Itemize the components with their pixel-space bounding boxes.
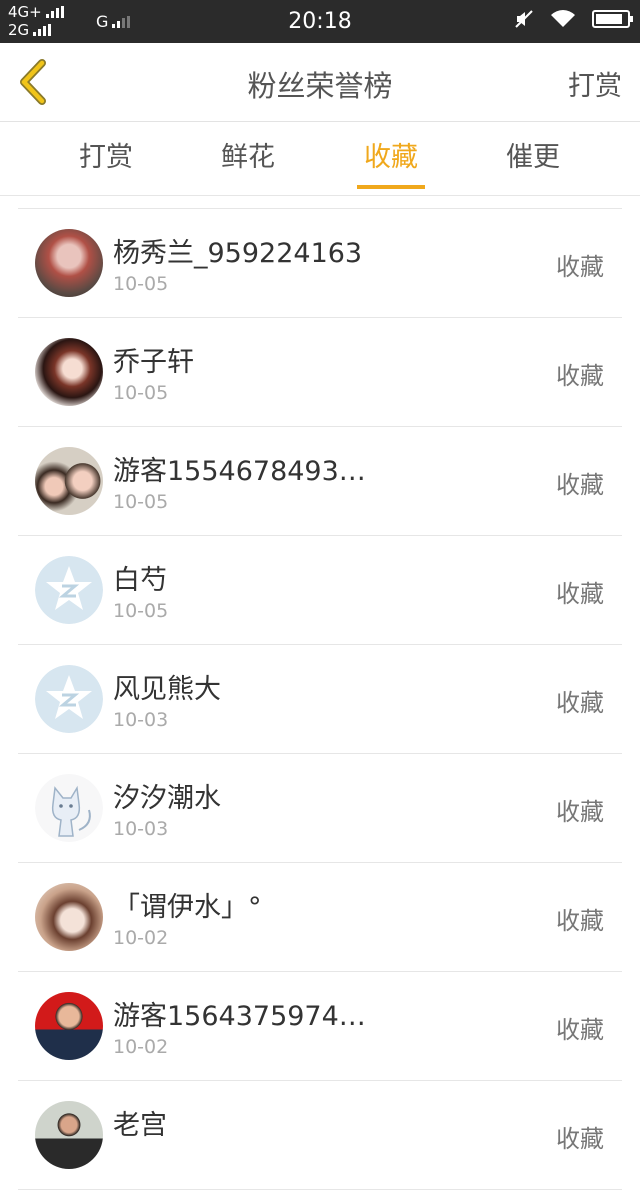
item-action: 收藏 bbox=[556, 1016, 604, 1044]
default-star-avatar[interactable] bbox=[35, 556, 103, 624]
item-action: 收藏 bbox=[556, 253, 604, 281]
item-date: 10-05 bbox=[113, 600, 169, 622]
avatar[interactable] bbox=[35, 992, 103, 1060]
user-name: 白芍 bbox=[113, 565, 167, 596]
list-item[interactable]: 老宫 收藏 bbox=[18, 1081, 622, 1190]
item-action: 收藏 bbox=[556, 689, 604, 717]
tab-label: 打赏 bbox=[79, 142, 133, 173]
status-icons bbox=[514, 9, 633, 29]
list-item[interactable]: 游客1564375974… 10-02 收藏 bbox=[18, 972, 622, 1081]
list-item[interactable]: 汐汐潮水 10-03 收藏 bbox=[18, 754, 622, 863]
tab-label: 催更 bbox=[506, 142, 560, 173]
tab-flowers[interactable]: 鲜花 bbox=[178, 122, 318, 195]
tab-bar: 打赏 鲜花 收藏 催更 bbox=[0, 122, 640, 196]
avatar[interactable] bbox=[35, 338, 103, 406]
active-tab-indicator bbox=[357, 185, 425, 189]
user-name: 杨秀兰_959224163 bbox=[113, 238, 363, 269]
user-name: 乔子轩 bbox=[113, 347, 194, 378]
item-date: 10-03 bbox=[113, 709, 169, 731]
item-action: 收藏 bbox=[556, 907, 604, 935]
battery-charging-icon bbox=[592, 10, 633, 28]
user-name: 老宫 bbox=[113, 1110, 167, 1141]
user-name: 风见熊大 bbox=[113, 674, 221, 705]
item-date: 10-05 bbox=[113, 382, 169, 404]
tab-label: 收藏 bbox=[364, 142, 418, 173]
list-item[interactable]: 「谓伊水」° 10-02 收藏 bbox=[18, 863, 622, 972]
user-name: 「谓伊水」° bbox=[113, 892, 262, 923]
item-action: 收藏 bbox=[556, 471, 604, 499]
avatar[interactable] bbox=[35, 229, 103, 297]
default-star-avatar[interactable] bbox=[35, 665, 103, 733]
item-date: 10-05 bbox=[113, 491, 169, 513]
avatar[interactable] bbox=[35, 1101, 103, 1169]
reward-button[interactable]: 打赏 bbox=[568, 64, 622, 103]
user-name: 汐汐潮水 bbox=[113, 783, 221, 814]
fan-list: 杨秀兰_959224163 10-05 收藏 乔子轩 10-05 收藏 游客15… bbox=[18, 208, 622, 1190]
top-nav-bar: 粉丝荣誉榜 打赏 bbox=[0, 43, 640, 122]
mute-icon bbox=[515, 10, 533, 28]
list-item[interactable]: 白芍 10-05 收藏 bbox=[18, 536, 622, 645]
avatar[interactable] bbox=[35, 883, 103, 951]
item-date: 10-02 bbox=[113, 927, 169, 949]
list-item[interactable]: 游客1554678493… 10-05 收藏 bbox=[18, 427, 622, 536]
list-item[interactable]: 乔子轩 10-05 收藏 bbox=[18, 318, 622, 427]
page-title: 粉丝荣誉榜 bbox=[247, 69, 393, 103]
item-action: 收藏 bbox=[556, 798, 604, 826]
item-action: 收藏 bbox=[556, 362, 604, 390]
status-bar: 4G+ 2G G 20:18 bbox=[0, 0, 640, 43]
user-name: 游客1554678493… bbox=[113, 456, 366, 487]
list-item[interactable]: 风见熊大 10-03 收藏 bbox=[18, 645, 622, 754]
item-date: 10-02 bbox=[113, 1036, 169, 1058]
avatar[interactable] bbox=[35, 447, 103, 515]
list-item[interactable]: 杨秀兰_959224163 10-05 收藏 bbox=[18, 209, 622, 318]
item-date: 10-05 bbox=[113, 273, 169, 295]
tab-urge-update[interactable]: 催更 bbox=[463, 122, 603, 195]
tab-reward[interactable]: 打赏 bbox=[36, 122, 176, 195]
item-action: 收藏 bbox=[556, 580, 604, 608]
cat-drawing-avatar[interactable] bbox=[35, 774, 103, 842]
item-date: 10-03 bbox=[113, 818, 169, 840]
tab-label: 鲜花 bbox=[221, 142, 275, 173]
wifi-icon bbox=[551, 10, 575, 27]
item-action: 收藏 bbox=[556, 1125, 604, 1153]
tab-favorites[interactable]: 收藏 bbox=[321, 122, 461, 195]
user-name: 游客1564375974… bbox=[113, 1001, 366, 1032]
